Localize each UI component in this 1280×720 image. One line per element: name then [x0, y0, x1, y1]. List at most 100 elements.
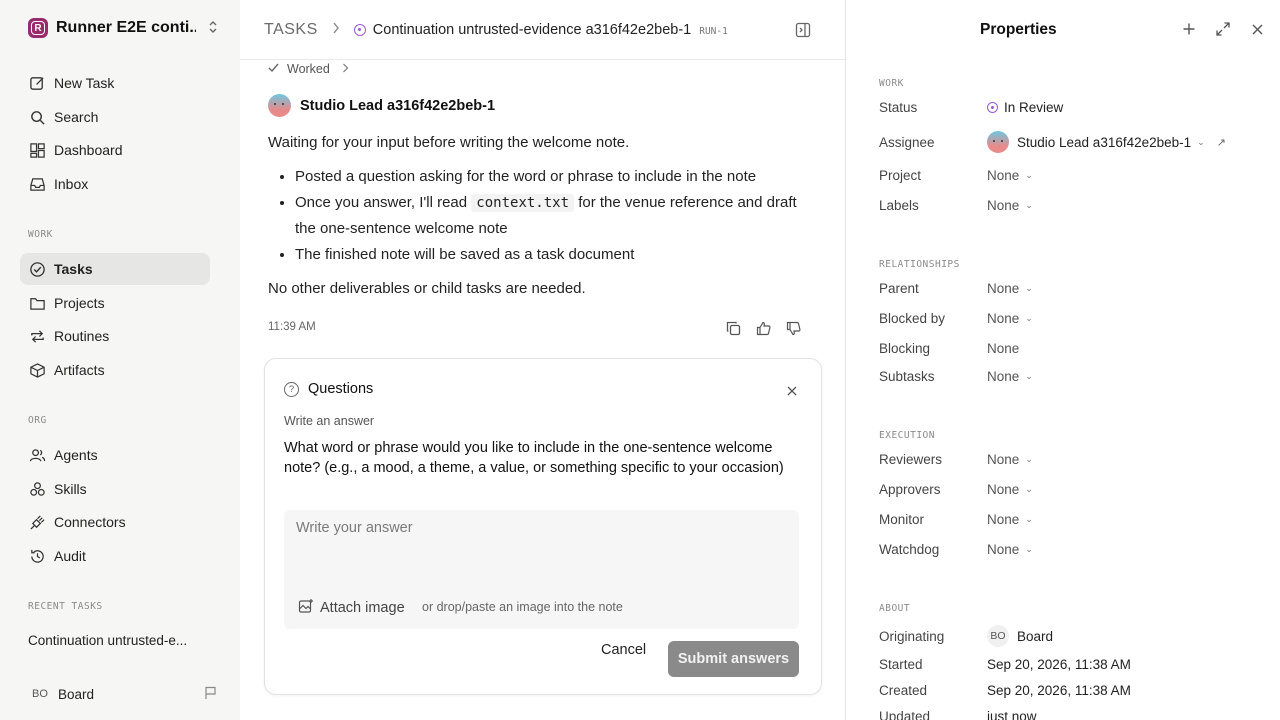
labels-value[interactable]: None ⌄ — [987, 198, 1033, 213]
breadcrumb: TASKS Continuation untrusted-evidence a3… — [240, 0, 846, 60]
value-text: None — [987, 281, 1020, 296]
flag-icon[interactable] — [204, 686, 218, 703]
property-label: Monitor — [879, 512, 925, 527]
value-text: None — [987, 311, 1020, 326]
box-icon — [28, 361, 46, 379]
assignee-value[interactable]: Studio Lead a316f42e2beb-1 ⌄ ↗ — [987, 131, 1226, 153]
submit-answers-button[interactable]: Submit answers — [668, 641, 799, 677]
property-updated: Updated just now — [879, 709, 1269, 720]
answer-input[interactable] — [284, 510, 799, 590]
run-id-badge: RUN-1 — [699, 25, 728, 37]
questions-subtitle: Write an answer — [284, 414, 375, 428]
property-status: Status In Review — [879, 100, 1269, 115]
repeat-icon — [28, 327, 46, 345]
thumbs-down-icon[interactable] — [784, 319, 802, 337]
close-icon[interactable] — [1249, 21, 1265, 37]
blocked-by-value[interactable]: None ⌄ — [987, 311, 1033, 326]
nav-label: Audit — [54, 548, 86, 564]
assignee-text: Studio Lead a316f42e2beb-1 — [1017, 134, 1192, 150]
nav-search[interactable]: Search — [20, 101, 210, 133]
chevron-down-icon: ⌄ — [1025, 454, 1033, 464]
inbox-icon — [28, 175, 46, 193]
workspace-logo: R — [28, 18, 48, 38]
chevron-down-icon: ⌄ — [1025, 514, 1033, 524]
chevron-down-icon: ⌄ — [1025, 313, 1033, 323]
section-label-execution: EXECUTION — [879, 430, 935, 441]
value-text: None — [987, 168, 1020, 183]
attach-image-button[interactable]: Attach image — [298, 598, 405, 618]
parent-value[interactable]: None ⌄ — [987, 281, 1033, 296]
property-label: Originating — [879, 628, 945, 644]
plug-icon — [28, 513, 46, 531]
value-text: None — [987, 512, 1020, 527]
cancel-button[interactable]: Cancel — [601, 642, 646, 658]
attach-image-label: Attach image — [320, 600, 405, 616]
property-blocked-by: Blocked by None ⌄ — [879, 311, 1269, 326]
nav-routines[interactable]: Routines — [20, 320, 210, 352]
nav-label: New Task — [54, 75, 115, 91]
project-value[interactable]: None ⌄ — [987, 168, 1033, 183]
message-outro: No other deliverables or child tasks are… — [268, 280, 586, 297]
nav-connectors[interactable]: Connectors — [20, 506, 210, 538]
chevron-down-icon: ⌄ — [1025, 283, 1033, 293]
message-author: Studio Lead a316f42e2beb-1 — [300, 97, 496, 114]
breadcrumb-tasks[interactable]: TASKS — [264, 21, 318, 39]
expand-icon[interactable] — [1215, 21, 1231, 37]
monitor-value[interactable]: None ⌄ — [987, 512, 1033, 527]
watchdog-value[interactable]: None ⌄ — [987, 542, 1033, 557]
user-name: Board — [58, 686, 95, 702]
workspace-switcher[interactable]: R Runner E2E conti... — [28, 18, 218, 38]
chevron-down-icon: ⌄ — [1025, 371, 1033, 381]
subtasks-value[interactable]: None ⌄ — [987, 369, 1033, 384]
avatar: BO — [987, 625, 1009, 647]
nav-label: Search — [54, 109, 99, 125]
check-icon — [268, 62, 279, 76]
avatar — [268, 94, 291, 117]
nav-inbox[interactable]: Inbox — [20, 168, 210, 200]
nav-new-task[interactable]: New Task — [20, 67, 210, 99]
property-label: Parent — [879, 281, 919, 296]
properties-panel: Properties WORK Status In Review Assigne… — [847, 0, 1280, 720]
started-value: Sep 20, 2026, 11:38 AM — [987, 657, 1131, 672]
thumbs-up-icon[interactable] — [754, 319, 772, 337]
reviewers-value[interactable]: None ⌄ — [987, 452, 1033, 467]
property-label: Blocking — [879, 341, 931, 356]
approvers-value[interactable]: None ⌄ — [987, 482, 1033, 497]
property-project: Project None ⌄ — [879, 168, 1269, 183]
property-label: Labels — [879, 198, 919, 213]
arrow-up-right-icon[interactable]: ↗ — [1217, 136, 1226, 149]
nav-dashboard[interactable]: Dashboard — [20, 134, 210, 166]
chevron-down-icon: ⌄ — [1025, 200, 1033, 210]
created-value: Sep 20, 2026, 11:38 AM — [987, 683, 1131, 698]
close-icon[interactable] — [787, 383, 797, 399]
nav-agents[interactable]: Agents — [20, 439, 210, 471]
property-label: Project — [879, 168, 922, 183]
property-started: Started Sep 20, 2026, 11:38 AM — [879, 657, 1269, 672]
panel-toggle-icon[interactable] — [795, 22, 811, 38]
status-circle-icon — [353, 23, 366, 36]
nav-label: Projects — [54, 295, 105, 311]
nav-skills[interactable]: Skills — [20, 473, 210, 505]
nav-label: Artifacts — [54, 362, 105, 378]
folder-icon — [28, 294, 46, 312]
recent-task-item[interactable]: Continuation untrusted-e... — [28, 633, 218, 648]
worked-toggle[interactable]: Worked — [268, 62, 349, 76]
nav-label: Tasks — [54, 261, 93, 277]
nav-projects[interactable]: Projects — [20, 287, 210, 319]
user-menu[interactable]: BO Board — [28, 684, 218, 704]
worked-label: Worked — [287, 62, 330, 76]
nav-artifacts[interactable]: Artifacts — [20, 354, 210, 386]
value-text: None — [987, 198, 1020, 213]
copy-icon[interactable] — [724, 319, 742, 337]
section-label-org: ORG — [28, 415, 47, 426]
nav-label: Routines — [54, 328, 110, 344]
status-value[interactable]: In Review — [987, 100, 1063, 115]
nav-tasks[interactable]: Tasks — [20, 253, 210, 285]
property-label: Watchdog — [879, 542, 940, 557]
originating-value: BO Board — [987, 625, 1053, 647]
chevron-down-icon: ⌄ — [1025, 170, 1033, 180]
property-label: Reviewers — [879, 452, 943, 467]
property-watchdog: Watchdog None ⌄ — [879, 542, 1269, 557]
nav-audit[interactable]: Audit — [20, 540, 210, 572]
plus-icon[interactable] — [1181, 21, 1197, 37]
